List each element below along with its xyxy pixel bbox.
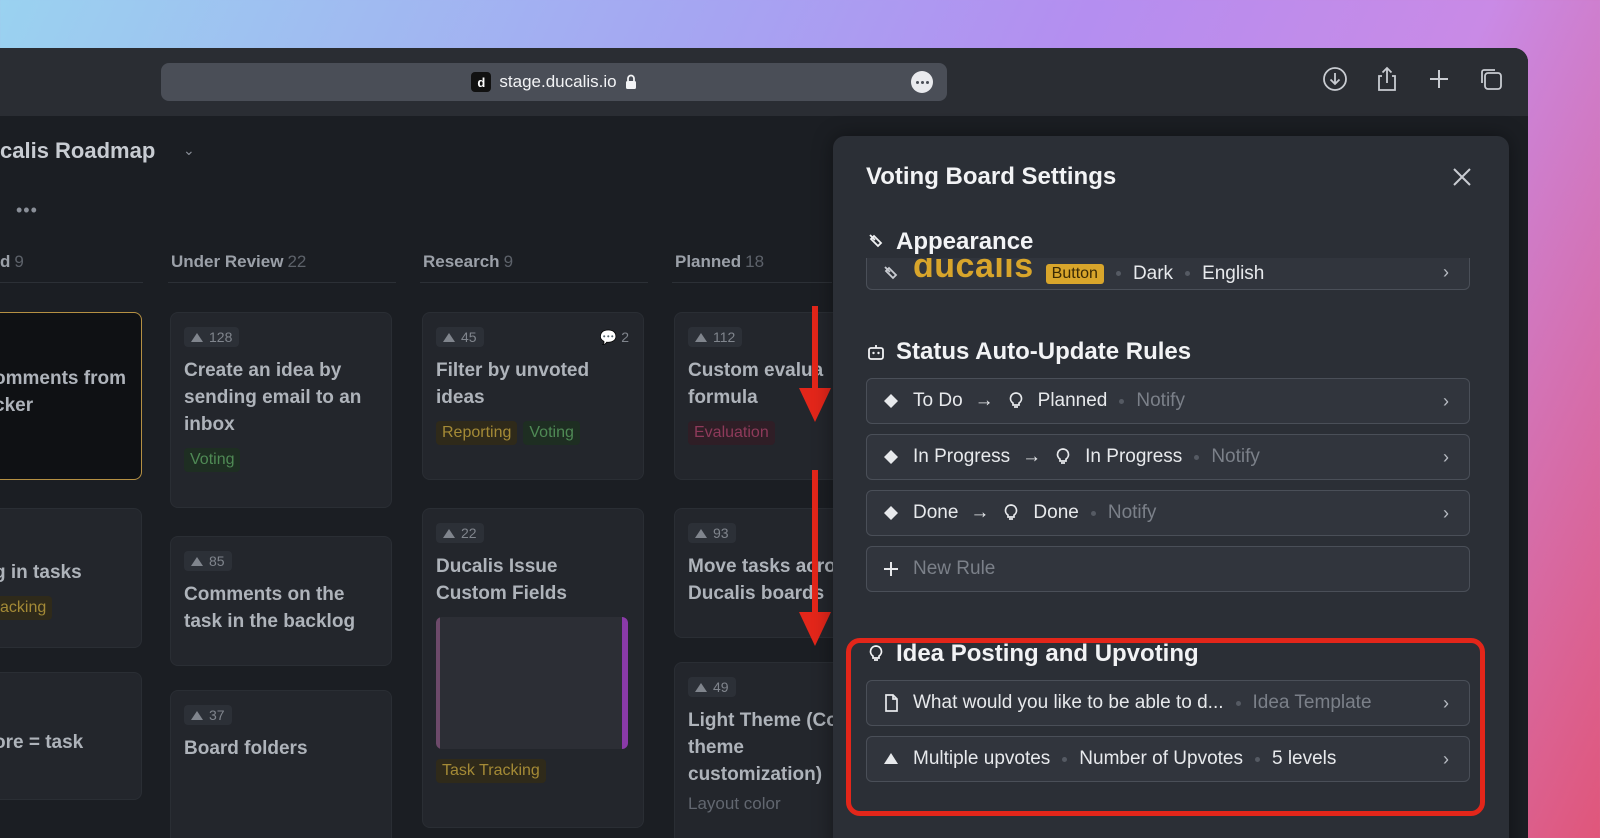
card-image xyxy=(436,617,628,749)
vote-count[interactable]: 49 xyxy=(688,677,736,697)
plus-icon xyxy=(884,562,898,576)
browser-window: d stage.ducalis.io calis Roadmap ⌄ ••• d… xyxy=(0,48,1528,838)
annotation-arrowhead xyxy=(799,388,831,422)
page-menu-button[interactable] xyxy=(911,71,933,93)
chevron-right-icon: › xyxy=(1443,503,1449,523)
arrow-right-icon: → xyxy=(1022,446,1042,467)
button-style-badge: Button xyxy=(1045,263,1104,284)
idea-card[interactable]: 45 💬 2 Filter by unvoted ideas Reporting… xyxy=(422,312,644,480)
paint-icon xyxy=(869,234,883,248)
column-header: d9 xyxy=(0,252,24,271)
annotation-arrow xyxy=(812,470,818,616)
status-rules-section-title: Status Auto-Update Rules xyxy=(866,338,1191,366)
tabs-overview-icon[interactable] xyxy=(1478,66,1504,92)
tag: Task Tracking xyxy=(436,759,546,783)
idea-card[interactable]: 37 Board folders xyxy=(170,690,392,838)
status-rule-row[interactable]: In Progress → In Progress Notify › xyxy=(866,434,1470,480)
vote-count[interactable]: 45 xyxy=(436,327,484,347)
theme-value: Dark xyxy=(1132,262,1174,284)
voting-board-settings-panel: Voting Board Settings Appearance ducalis… xyxy=(833,136,1509,838)
idea-card[interactable]: 22 Ducalis Issue Custom Fields Task Trac… xyxy=(422,508,644,828)
comment-count: 💬 2 xyxy=(599,329,629,345)
new-tab-icon[interactable] xyxy=(1426,66,1452,92)
arrow-right-icon: → xyxy=(970,502,990,523)
chevron-right-icon: › xyxy=(1443,262,1449,282)
column-header-research: Research 9 xyxy=(423,252,514,271)
site-favicon: d xyxy=(471,72,492,92)
appearance-row[interactable]: ducalis Button Dark English › xyxy=(866,258,1470,290)
chevron-right-icon: › xyxy=(1443,447,1449,467)
brand-logo: ducalis xyxy=(913,258,1034,285)
tag: Reporting xyxy=(436,421,518,445)
share-icon[interactable] xyxy=(1374,66,1400,92)
idea-card[interactable]: ore = task xyxy=(0,672,142,800)
idea-card[interactable]: 49 Light Theme (Co theme customization) … xyxy=(674,662,854,838)
appearance-section-title: Appearance xyxy=(866,228,1033,256)
chevron-down-icon[interactable]: ⌄ xyxy=(183,142,195,159)
annotation-highlight-box xyxy=(846,638,1485,816)
idea-card[interactable]: 85 Comments on the task in the backlog xyxy=(170,536,392,666)
download-icon[interactable] xyxy=(1322,66,1348,92)
lightbulb-icon xyxy=(1009,392,1022,408)
url-text: stage.ducalis.io xyxy=(499,72,617,91)
jira-icon xyxy=(884,506,898,520)
tag: Evaluation xyxy=(688,421,775,445)
idea-card[interactable]: g in tasks acking xyxy=(0,508,142,648)
vote-count[interactable]: 128 xyxy=(184,327,240,347)
vote-count[interactable]: 93 xyxy=(688,523,736,543)
idea-card[interactable]: omments from cker xyxy=(0,312,142,480)
tag: acking xyxy=(0,596,53,620)
arrow-right-icon: → xyxy=(974,390,994,411)
status-rule-row[interactable]: To Do → Planned Notify › xyxy=(866,378,1470,424)
vote-count[interactable]: 85 xyxy=(184,551,232,571)
annotation-arrowhead xyxy=(799,612,831,646)
close-icon[interactable] xyxy=(1451,166,1473,188)
lightbulb-icon xyxy=(1056,448,1070,464)
robot-icon xyxy=(868,345,884,360)
language-value: English xyxy=(1202,262,1265,284)
vote-count[interactable]: 22 xyxy=(436,523,484,543)
status-rule-row[interactable]: Done → Done Notify › xyxy=(866,490,1470,536)
address-bar[interactable]: d stage.ducalis.io xyxy=(161,63,947,101)
tag: Voting xyxy=(523,421,580,445)
browser-toolbar: d stage.ducalis.io xyxy=(0,48,1528,116)
lightbulb-icon xyxy=(1005,504,1018,520)
project-title[interactable]: calis Roadmap xyxy=(0,138,155,164)
column-header-under-review: Under Review 22 xyxy=(171,252,307,271)
tag: Voting xyxy=(184,448,241,472)
vote-count[interactable]: 37 xyxy=(184,705,232,725)
new-rule-button[interactable]: New Rule xyxy=(866,546,1470,592)
jira-icon xyxy=(884,394,898,408)
column-header-planned: Planned 18 xyxy=(675,252,765,271)
idea-card[interactable]: 128 Create an idea by sending email to a… xyxy=(170,312,392,508)
paint-icon xyxy=(884,265,898,279)
more-icon[interactable]: ••• xyxy=(16,200,38,221)
annotation-arrow xyxy=(812,306,818,392)
panel-title: Voting Board Settings xyxy=(866,163,1117,190)
chevron-right-icon: › xyxy=(1443,391,1449,411)
jira-icon xyxy=(884,450,898,464)
lock-icon xyxy=(625,74,636,89)
vote-count[interactable]: 112 xyxy=(688,327,743,347)
